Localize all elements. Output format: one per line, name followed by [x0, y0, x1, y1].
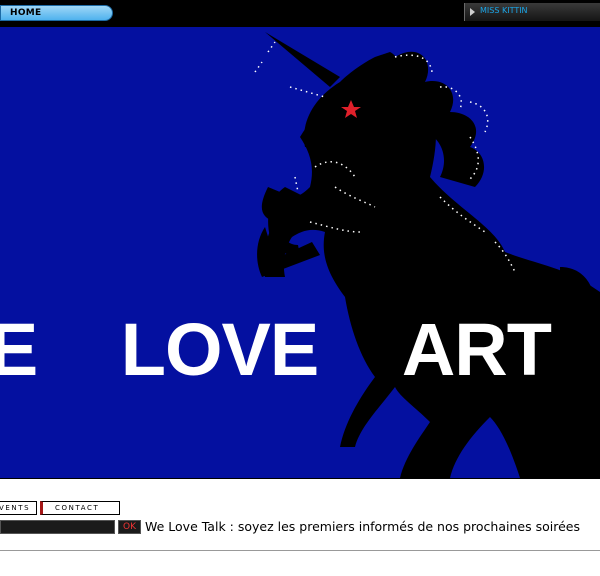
banner-divider	[0, 478, 600, 479]
nav-tab-events-label: EVENTS	[0, 504, 31, 512]
unicorn-illustration	[254, 32, 600, 478]
nav-tab-events[interactable]: EVENTS	[0, 501, 37, 515]
newsletter-email-input[interactable]	[0, 520, 115, 534]
banner-word-3: ART	[401, 308, 552, 391]
play-triangle-icon	[470, 8, 475, 16]
newsletter-ok-button[interactable]: OK	[118, 520, 141, 534]
artist-label: MISS KITTIN	[480, 6, 528, 15]
banner-headline: WE LOVE ART	[0, 307, 600, 392]
newsletter-text: We Love Talk : soyez les premiers inform…	[145, 519, 580, 534]
nav-tab-contact-label: CONTACT	[55, 504, 100, 512]
banner-word-2: LOVE	[120, 308, 319, 391]
artist-tab[interactable]: MISS KITTIN	[464, 3, 600, 21]
bottom-divider	[0, 550, 600, 551]
nav-tab-contact[interactable]: CONTACT	[40, 501, 120, 515]
home-label: HOME	[10, 8, 42, 18]
hero-banner: WE LOVE ART	[0, 27, 600, 478]
banner-word-1: WE	[0, 308, 38, 391]
top-bar: HOME MISS KITTIN	[0, 0, 600, 27]
home-button[interactable]: HOME	[0, 5, 113, 21]
